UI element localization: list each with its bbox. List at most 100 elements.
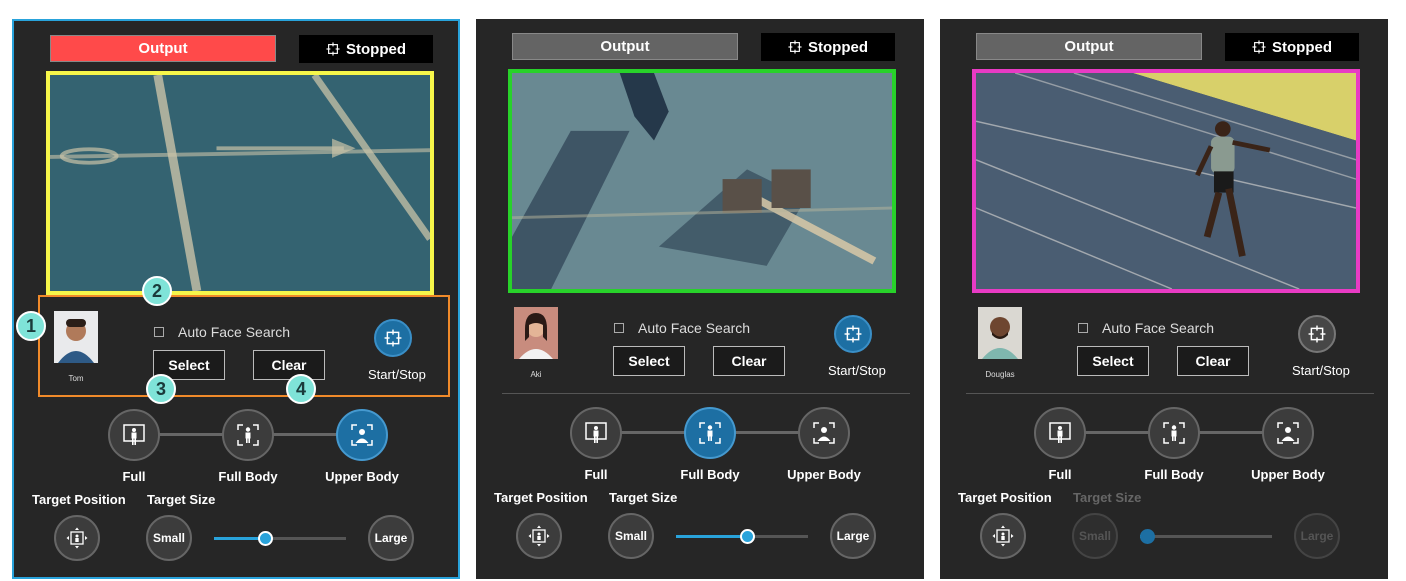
target-position-icon [992,525,1014,547]
mode-full-label: Full [122,469,146,484]
auto-face-search-label: Auto Face Search [1102,320,1215,336]
slider-knob[interactable] [1140,529,1155,544]
output-button[interactable]: Output [50,35,276,62]
size-small-button[interactable]: Small [146,515,192,561]
clear-button[interactable]: Clear [713,346,785,376]
status-label: Stopped [1272,38,1332,56]
callout-badge-4: 4 [286,374,316,404]
select-button[interactable]: Select [1077,346,1149,376]
mode-upper-body-button[interactable] [336,409,388,461]
track-image [50,75,430,291]
video-preview[interactable] [508,69,896,293]
avatar[interactable] [54,311,98,363]
output-button[interactable]: Output [512,33,738,60]
mode-full-body-button[interactable] [1148,407,1200,459]
mode-full-body-button[interactable] [222,409,274,461]
crosshair-frame-icon [326,42,340,56]
target-position-button[interactable] [54,515,100,561]
slider-knob[interactable] [740,529,756,544]
target-size-slider[interactable] [1140,529,1272,544]
target-size-label: Target Size [147,492,216,507]
full-frame-person-icon [585,422,607,443]
target-position-icon [528,525,550,547]
target-position-label: Target Position [32,492,126,507]
mode-full-body-label: Full Body [218,469,278,484]
video-preview[interactable] [972,69,1360,293]
select-button[interactable]: Select [613,346,685,376]
status-label: Stopped [808,38,868,56]
mode-full-label: Full [1048,467,1072,482]
auto-face-search[interactable]: Auto Face Search [1078,320,1214,336]
divider [966,393,1374,394]
face-selection-area: Douglas Auto Face Search Select Clear St… [964,293,1376,395]
camera-panel-2: Output Stopped Aki Auto Face Search Sele… [476,19,924,579]
mode-upper-body-label: Upper Body [787,467,861,482]
mode-upper-body-button[interactable] [798,407,850,459]
full-body-person-icon [1163,422,1185,444]
output-button[interactable]: Output [976,33,1202,60]
upper-body-person-icon [351,424,373,446]
person-name: Aki [530,370,542,379]
size-small-button[interactable]: Small [1072,513,1118,559]
callout-badge-2: 2 [142,276,172,306]
avatar[interactable] [514,307,558,359]
target-position-button[interactable] [980,513,1026,559]
auto-face-search-label: Auto Face Search [178,324,291,340]
mode-full-button[interactable] [108,409,160,461]
sprinter-image [976,73,1356,289]
mode-full-label: Full [584,467,608,482]
mode-full-button[interactable] [1034,407,1086,459]
mode-upper-body-button[interactable] [1262,407,1314,459]
auto-face-search-checkbox[interactable] [1078,323,1088,333]
size-large-button[interactable]: Large [830,513,876,559]
clear-button[interactable]: Clear [253,350,325,380]
full-frame-person-icon [1049,422,1071,443]
size-large-button[interactable]: Large [368,515,414,561]
auto-face-search[interactable]: Auto Face Search [154,324,290,340]
target-position-label: Target Position [958,490,1052,505]
person-name: Douglas [985,370,1015,379]
crosshair-frame-icon [788,40,802,54]
start-stop-label: Start/Stop [368,367,426,382]
start-stop-button[interactable] [374,319,412,357]
camera-panel-3: Output Stopped Douglas Auto Face Search … [940,19,1388,579]
crosshair-frame-icon [844,325,862,343]
callout-badge-1: 1 [16,311,46,341]
target-position-button[interactable] [516,513,562,559]
mode-upper-body-label: Upper Body [1251,467,1325,482]
target-size-label: Target Size [609,490,678,505]
upper-body-person-icon [1277,422,1299,444]
face-selection-area: Aki Auto Face Search Select Clear Start/… [500,293,912,395]
start-stop-button[interactable] [834,315,872,353]
mode-full-button[interactable] [570,407,622,459]
person-name: Tom [68,374,84,383]
mode-full-body-label: Full Body [1144,467,1204,482]
size-large-button[interactable]: Large [1294,513,1340,559]
face-selection-area: Tom Auto Face Search Select Clear Start/… [38,295,450,397]
mode-full-body-button[interactable] [684,407,736,459]
auto-face-search-label: Auto Face Search [638,320,751,336]
tracking-status: Stopped [761,33,895,61]
target-size-label: Target Size [1073,490,1142,505]
full-body-person-icon [237,424,259,446]
slider-knob[interactable] [258,531,274,546]
crosshair-frame-icon [1308,325,1326,343]
size-small-button[interactable]: Small [608,513,654,559]
auto-face-search[interactable]: Auto Face Search [614,320,750,336]
auto-face-search-checkbox[interactable] [154,327,164,337]
crosshair-frame-icon [1252,40,1266,54]
target-size-slider[interactable] [214,531,346,546]
target-position-label: Target Position [494,490,588,505]
start-stop-button[interactable] [1298,315,1336,353]
mode-upper-body-label: Upper Body [325,469,399,484]
avatar[interactable] [978,307,1022,359]
video-preview[interactable] [46,71,434,295]
clear-button[interactable]: Clear [1177,346,1249,376]
starting-blocks-image [512,73,892,289]
mode-full-body-label: Full Body [680,467,740,482]
callout-badge-3: 3 [146,374,176,404]
auto-face-search-checkbox[interactable] [614,323,624,333]
camera-panel-1: Output Stopped Tom Auto Face Search Sele… [12,19,460,579]
target-size-slider[interactable] [676,529,808,544]
tracking-status: Stopped [1225,33,1359,61]
